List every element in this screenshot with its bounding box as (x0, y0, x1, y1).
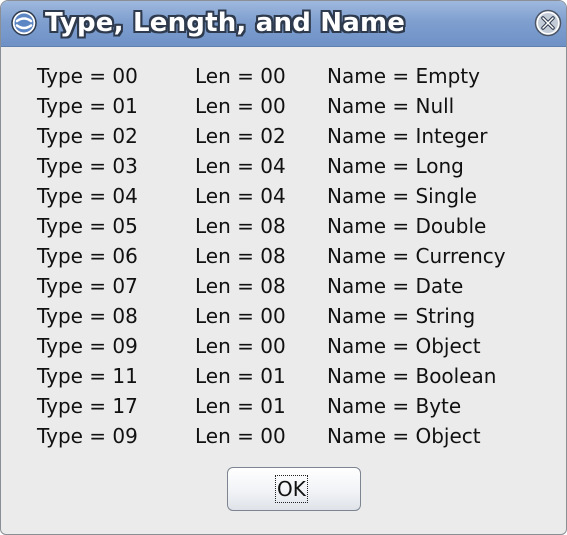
name-value: Name = Byte (327, 394, 462, 418)
length-value: Len = 00 (195, 94, 286, 118)
type-value: Type = 01 (37, 94, 138, 118)
name-value: Name = Object (327, 424, 481, 448)
ok-button[interactable]: OK (227, 467, 361, 511)
close-icon[interactable] (534, 9, 562, 37)
length-value: Len = 04 (195, 154, 286, 178)
length-value: Len = 00 (195, 64, 286, 88)
vb-swirl-icon (11, 10, 37, 36)
type-value: Type = 17 (37, 394, 138, 418)
type-value: Type = 00 (37, 64, 138, 88)
title-bar[interactable]: Type, Length, and Name (1, 1, 566, 47)
type-value: Type = 08 (37, 304, 138, 328)
type-value: Type = 11 (37, 364, 138, 388)
length-value: Len = 00 (195, 304, 286, 328)
type-value: Type = 09 (37, 334, 138, 358)
name-value: Name = Double (327, 214, 487, 238)
name-value: Name = String (327, 304, 476, 328)
length-value: Len = 00 (195, 334, 286, 358)
name-value: Name = Date (327, 274, 464, 298)
length-value: Len = 01 (195, 364, 286, 388)
list-item: Type = 07 Len = 08 Name = Date (37, 271, 562, 301)
name-value: Name = Boolean (327, 364, 497, 388)
type-value: Type = 07 (37, 274, 138, 298)
ok-button-label: OK (275, 475, 308, 503)
type-value: Type = 05 (37, 214, 138, 238)
list-item: Type = 05 Len = 08 Name = Double (37, 211, 562, 241)
length-value: Len = 08 (195, 244, 286, 268)
type-value: Type = 02 (37, 124, 138, 148)
name-value: Name = Null (327, 94, 455, 118)
list-item: Type = 00 Len = 00 Name = Empty (37, 61, 562, 91)
list-item: Type = 06 Len = 08 Name = Currency (37, 241, 562, 271)
length-value: Len = 01 (195, 394, 286, 418)
length-value: Len = 08 (195, 274, 286, 298)
list-item: Type = 04 Len = 04 Name = Single (37, 181, 562, 211)
list-item: Type = 09 Len = 00 Name = Object (37, 421, 562, 451)
name-value: Name = Currency (327, 244, 506, 268)
list-item: Type = 01 Len = 00 Name = Null (37, 91, 562, 121)
name-value: Name = Single (327, 184, 477, 208)
length-value: Len = 08 (195, 214, 286, 238)
type-value: Type = 03 (37, 154, 138, 178)
name-value: Name = Object (327, 334, 481, 358)
list-item: Type = 17 Len = 01 Name = Byte (37, 391, 562, 421)
list-item: Type = 03 Len = 04 Name = Long (37, 151, 562, 181)
name-value: Name = Integer (327, 124, 488, 148)
name-value: Name = Long (327, 154, 464, 178)
length-value: Len = 04 (195, 184, 286, 208)
list-item: Type = 11 Len = 01 Name = Boolean (37, 361, 562, 391)
type-length-name-list: Type = 00 Len = 00 Name = Empty Type = 01 Le… (37, 61, 562, 451)
type-value: Type = 04 (37, 184, 138, 208)
type-value: Type = 09 (37, 424, 138, 448)
list-item: Type = 09 Len = 00 Name = Object (37, 331, 562, 361)
dialog-title: Type, Length, and Name (45, 8, 406, 38)
length-value: Len = 02 (195, 124, 286, 148)
message-dialog: Type, Length, and Name Type = 00 Len = 00… (0, 0, 567, 535)
list-item: Type = 02 Len = 02 Name = Integer (37, 121, 562, 151)
type-value: Type = 06 (37, 244, 138, 268)
length-value: Len = 00 (195, 424, 286, 448)
list-item: Type = 08 Len = 00 Name = String (37, 301, 562, 331)
name-value: Name = Empty (327, 64, 480, 88)
